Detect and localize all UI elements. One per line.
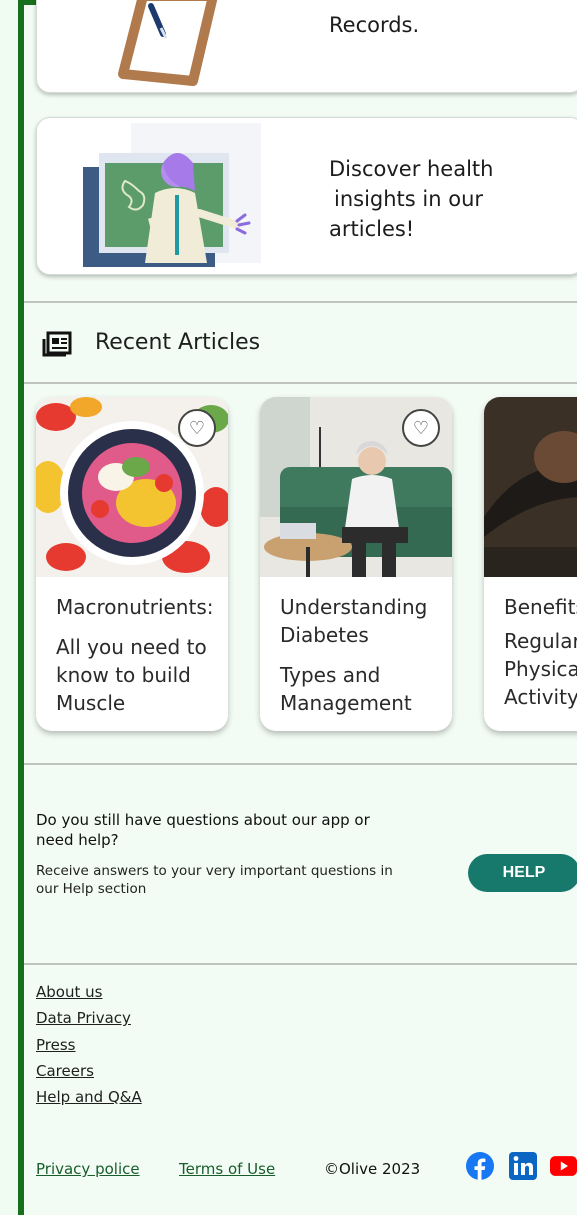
divider-3 xyxy=(24,763,577,765)
footer-link-careers[interactable]: Careers xyxy=(36,1062,94,1080)
page-content: Records. Discover health insights in our… xyxy=(24,0,577,1215)
articles-promo-line-1: Discover health xyxy=(329,157,494,181)
privacy-policy-link[interactable]: Privacy police xyxy=(36,1160,140,1178)
favorite-heart-icon[interactable]: ♡ xyxy=(402,409,440,447)
article-subtitle: Regular Physical Activity xyxy=(504,629,577,709)
articles-promo-line-2: insights in our xyxy=(334,187,484,211)
divider-4 xyxy=(24,963,577,965)
help-description: Receive answers to your very important q… xyxy=(36,863,393,897)
newspaper-icon xyxy=(42,331,72,357)
doctor-presentation-illustration xyxy=(83,123,261,267)
records-card[interactable]: Records. xyxy=(36,0,577,93)
article-image-exercise xyxy=(484,397,577,577)
linkedin-icon[interactable] xyxy=(508,1151,538,1181)
facebook-icon[interactable] xyxy=(465,1151,495,1181)
help-button[interactable]: HELP xyxy=(468,854,577,892)
records-card-text: Records. xyxy=(329,13,420,37)
article-title: Understanding Diabetes xyxy=(280,595,428,647)
clipboard-illustration xyxy=(118,0,218,86)
articles-promo-text: Discover health insights in our articles… xyxy=(329,154,493,244)
articles-promo-line-3: articles! xyxy=(329,217,415,241)
article-card-physical-activity[interactable]: Benefits Regular Physical Activity xyxy=(484,397,577,731)
recent-articles-title: Recent Articles xyxy=(95,330,261,355)
article-subtitle: All you need to know to build Muscle xyxy=(56,635,207,715)
article-subtitle: Types and Management xyxy=(280,663,412,715)
divider-2 xyxy=(24,382,577,384)
footer-link-about[interactable]: About us xyxy=(36,983,102,1001)
favorite-heart-icon[interactable]: ♡ xyxy=(178,409,216,447)
article-title: Macronutrients: xyxy=(56,595,214,619)
article-card-diabetes[interactable]: ♡ Understanding Diabetes Types and Manag… xyxy=(260,397,452,731)
youtube-icon[interactable] xyxy=(550,1151,577,1181)
terms-of-use-link[interactable]: Terms of Use xyxy=(179,1160,275,1178)
divider-1 xyxy=(24,301,577,303)
app-screen: Records. Discover health insights in our… xyxy=(0,0,577,1215)
footer-link-press[interactable]: Press xyxy=(36,1036,75,1054)
article-card-macronutrients[interactable]: ♡ Macronutrients: All you need to know t… xyxy=(36,397,228,731)
article-title: Benefits xyxy=(504,595,577,619)
help-question: Do you still have questions about our ap… xyxy=(36,811,370,849)
copyright-text: ©Olive 2023 xyxy=(324,1160,421,1178)
footer-link-data-privacy[interactable]: Data Privacy xyxy=(36,1009,131,1027)
articles-promo-card[interactable]: Discover health insights in our articles… xyxy=(36,117,577,275)
footer-link-help[interactable]: Help and Q&A xyxy=(36,1088,142,1106)
